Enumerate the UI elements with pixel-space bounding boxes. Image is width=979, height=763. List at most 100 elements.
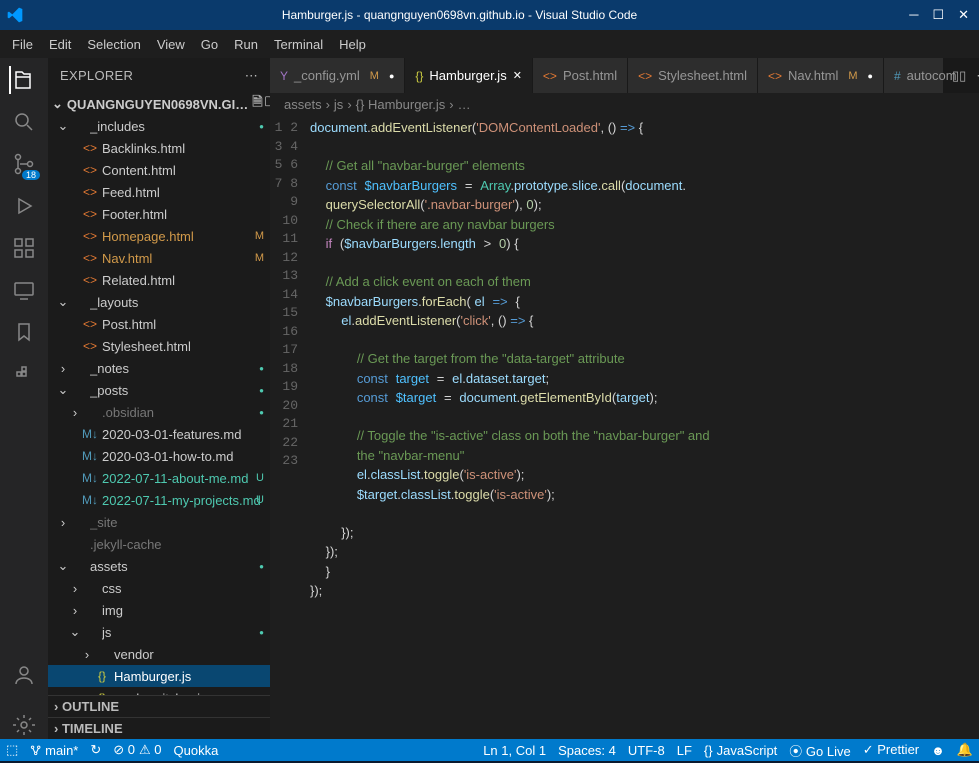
file-item[interactable]: <>Feed.html <box>48 181 270 203</box>
menu-file[interactable]: File <box>4 37 41 52</box>
language-status[interactable]: {} JavaScript <box>704 743 777 758</box>
file-label: _includes <box>90 119 264 134</box>
file-label: _posts <box>90 383 264 398</box>
eol-status[interactable]: LF <box>677 743 692 758</box>
file-label: Content.html <box>102 163 264 178</box>
breadcrumb-item[interactable]: … <box>458 97 471 112</box>
file-item[interactable]: <>Post.html <box>48 313 270 335</box>
close-button[interactable]: ✕ <box>958 7 969 23</box>
run-activity[interactable] <box>10 192 38 220</box>
folder-item[interactable]: ›.obsidian● <box>48 401 270 423</box>
menu-selection[interactable]: Selection <box>79 37 148 52</box>
folder-item[interactable]: .jekyll-cache <box>48 533 270 555</box>
branch-status[interactable]: 🜉 main* <box>30 737 78 763</box>
file-item[interactable]: <>Backlinks.html <box>48 137 270 159</box>
html-icon: <> <box>82 339 98 353</box>
menu-run[interactable]: Run <box>226 37 266 52</box>
feedback-icon[interactable]: ☻ <box>931 743 945 758</box>
breadcrumbs[interactable]: assets›js›{} Hamburger.js›… <box>270 93 979 115</box>
js-icon: {} <box>94 691 110 695</box>
scm-activity[interactable]: 18 <box>10 150 38 178</box>
folder-item[interactable]: ›_site <box>48 511 270 533</box>
file-item[interactable]: <>Nav.htmlM <box>48 247 270 269</box>
file-item[interactable]: <> Content.html <box>48 159 270 181</box>
minimize-button[interactable]: ─ <box>909 7 918 23</box>
folder-item[interactable]: ⌄assets● <box>48 555 270 577</box>
bookmarks-activity[interactable] <box>10 318 38 346</box>
quokka-status[interactable]: Quokka <box>174 743 219 758</box>
menu-go[interactable]: Go <box>193 37 226 52</box>
tab-_config-yml[interactable]: Y_config.ymlM● <box>270 58 405 93</box>
outline-section[interactable]: › OUTLINE <box>48 695 270 717</box>
tab-autocom[interactable]: #autocom <box>884 58 944 93</box>
file-item[interactable]: {}modeswitcher.js <box>48 687 270 695</box>
menu-help[interactable]: Help <box>331 37 374 52</box>
golive-status[interactable]: ⦿ Go Live <box>789 741 850 760</box>
tab-hamburger-js[interactable]: {}Hamburger.js✕ <box>405 58 533 93</box>
tab-post-html[interactable]: <>Post.html <box>533 58 628 93</box>
menu-edit[interactable]: Edit <box>41 37 79 52</box>
remote-activity[interactable] <box>10 276 38 304</box>
tab-stylesheet-html[interactable]: <>Stylesheet.html <box>628 58 758 93</box>
file-label: 2020-03-01-features.md <box>102 427 264 442</box>
folder-item[interactable]: ›img <box>48 599 270 621</box>
breadcrumb-item[interactable]: {} Hamburger.js <box>356 97 446 112</box>
folder-item[interactable]: ⌄_layouts <box>48 291 270 313</box>
breadcrumb-item[interactable]: js <box>334 97 343 112</box>
folder-header[interactable]: ⌄ QUANGNGUYEN0698VN.GI… 🗎 🗀 ↻ ⊟ <box>48 93 270 115</box>
file-tree[interactable]: ⌄_includes●<>Backlinks.html <> Content.htm… <box>48 115 270 695</box>
file-item[interactable]: M↓2022-07-11-about-me.mdU <box>48 467 270 489</box>
search-activity[interactable] <box>10 108 38 136</box>
folder-item[interactable]: ›css <box>48 577 270 599</box>
sync-status[interactable]: ↻ <box>90 742 101 758</box>
breadcrumb-item[interactable]: assets <box>284 97 322 112</box>
file-item[interactable]: <> Stylesheet.html <box>48 335 270 357</box>
encoding-status[interactable]: UTF-8 <box>628 743 665 758</box>
tab-nav-html[interactable]: <>Nav.htmlM● <box>758 58 884 93</box>
file-item[interactable]: <>Homepage.htmlM <box>48 225 270 247</box>
code-editor[interactable]: document.addEventListener('DOMContentLoa… <box>310 115 919 739</box>
folder-item[interactable]: ⌄js● <box>48 621 270 643</box>
folder-item[interactable]: ⌄_posts● <box>48 379 270 401</box>
file-label: Stylesheet.html <box>102 339 264 354</box>
editor-area: Y_config.ymlM●{}Hamburger.js✕<>Post.html… <box>270 58 979 739</box>
extensions-activity[interactable] <box>10 234 38 262</box>
folder-item[interactable]: ⌄_includes● <box>48 115 270 137</box>
indent-status[interactable]: Spaces: 4 <box>558 743 616 758</box>
menu-terminal[interactable]: Terminal <box>266 37 331 52</box>
prettier-status[interactable]: ✓ Prettier <box>863 742 919 758</box>
file-item[interactable]: M↓2022-07-11-my-projects.mdU <box>48 489 270 511</box>
file-label: _site <box>90 515 264 530</box>
cursor-position[interactable]: Ln 1, Col 1 <box>483 743 546 758</box>
folder-item[interactable]: ›vendor <box>48 643 270 665</box>
close-tab-icon[interactable]: ✕ <box>513 69 522 82</box>
window-controls: ─ ☐ ✕ <box>889 7 979 23</box>
split-editor-icon[interactable]: ▯▯ <box>952 68 966 84</box>
menu-view[interactable]: View <box>149 37 193 52</box>
sidebar-header: EXPLORER ⋯ <box>48 58 270 93</box>
timeline-section[interactable]: › TIMELINE <box>48 717 270 739</box>
maximize-button[interactable]: ☐ <box>932 7 944 23</box>
file-item[interactable]: M↓2020-03-01-how-to.md <box>48 445 270 467</box>
minimap[interactable] <box>919 115 979 739</box>
sidebar-more-icon[interactable]: ⋯ <box>245 68 258 84</box>
file-label: 2022-07-11-my-projects.md <box>102 493 264 508</box>
settings-activity[interactable] <box>10 711 38 739</box>
folder-name: QUANGNGUYEN0698VN.GI… <box>67 97 248 112</box>
remote-indicator[interactable]: ⬚ <box>6 742 18 758</box>
vscode-logo-icon <box>0 7 30 23</box>
folder-item[interactable]: ›_notes● <box>48 357 270 379</box>
docker-activity[interactable] <box>10 360 38 388</box>
file-item[interactable]: {}Hamburger.js <box>48 665 270 687</box>
file-item[interactable]: <>Related.html <box>48 269 270 291</box>
accounts-activity[interactable] <box>10 661 38 689</box>
file-label: _layouts <box>90 295 264 310</box>
explorer-activity[interactable] <box>9 66 37 94</box>
file-item[interactable]: M↓2020-03-01-features.md <box>48 423 270 445</box>
html-icon: <> <box>82 251 98 265</box>
bell-icon[interactable]: 🔔 <box>957 742 973 758</box>
file-item[interactable]: <>Footer.html <box>48 203 270 225</box>
new-file-icon[interactable]: 🗎 <box>252 93 262 115</box>
html-icon: <> <box>82 163 98 177</box>
problems-status[interactable]: ⊘ 0 ⚠ 0 <box>113 742 161 758</box>
